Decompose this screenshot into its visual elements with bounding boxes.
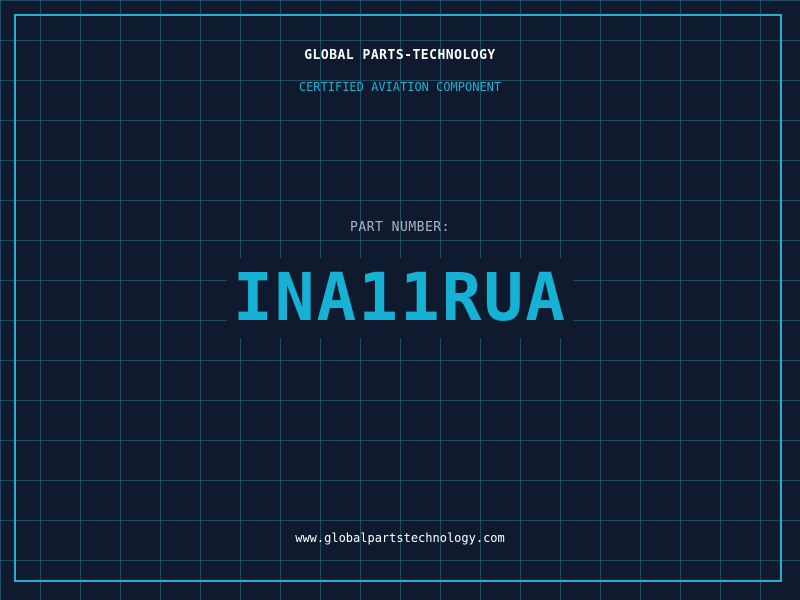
part-number-value: INA11RUA	[227, 258, 573, 338]
part-number-label: PART NUMBER:	[350, 220, 450, 235]
label-card: GLOBAL PARTS-TECHNOLOGY CERTIFIED AVIATI…	[0, 0, 800, 600]
part-number-block: INA11RUA	[0, 258, 800, 338]
certification-subtitle: CERTIFIED AVIATION COMPONENT	[298, 80, 502, 94]
company-title: GLOBAL PARTS-TECHNOLOGY	[304, 48, 496, 63]
website-url: www.globalpartstechnology.com	[295, 531, 505, 545]
